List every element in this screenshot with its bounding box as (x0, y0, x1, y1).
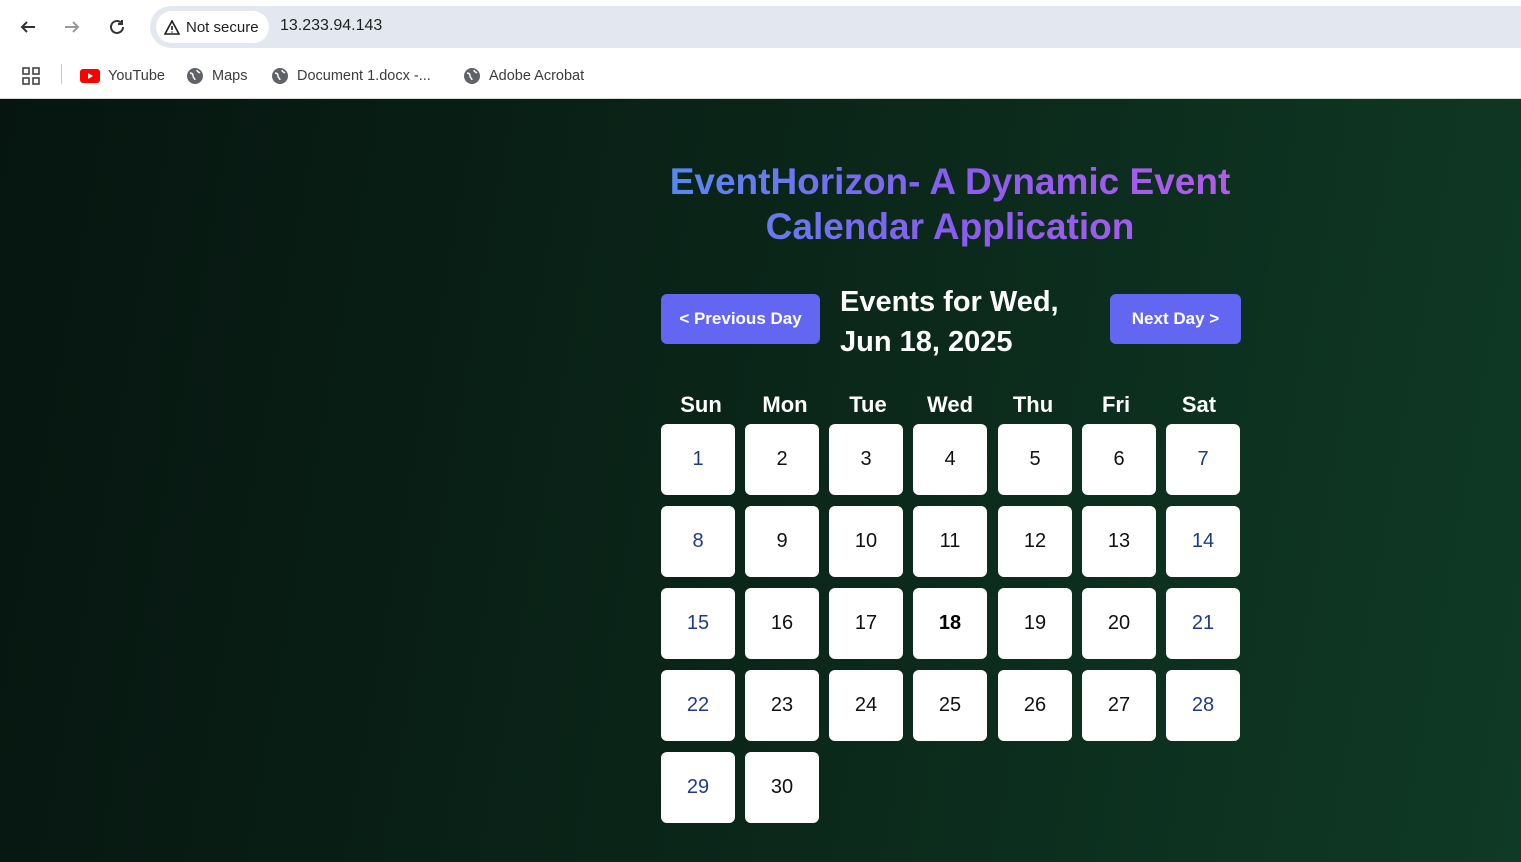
calendar-day-22[interactable]: 22 (661, 670, 735, 741)
calendar-day-24[interactable]: 24 (829, 670, 903, 741)
calendar-day-28[interactable]: 28 (1166, 670, 1240, 741)
calendar-day-20[interactable]: 20 (1082, 588, 1156, 659)
calendar-day-13[interactable]: 13 (1082, 506, 1156, 577)
calendar-day-11[interactable]: 11 (913, 506, 987, 577)
weekday-label: Tue (849, 392, 887, 417)
warning-icon (164, 19, 180, 35)
bookmarks-divider (61, 64, 62, 84)
security-chip[interactable]: Not secure (156, 11, 269, 43)
url-text: 13.233.94.143 (280, 17, 383, 34)
calendar-day-26[interactable]: 26 (998, 670, 1072, 741)
events-heading-line-1: Events for Wed, (840, 286, 1059, 318)
weekday-label: Sun (680, 392, 722, 417)
bookmark-label: YouTube (108, 68, 165, 84)
globe-icon (464, 68, 480, 84)
security-label: Not secure (186, 18, 259, 36)
bookmark-document[interactable]: Document 1.docx -... (271, 64, 431, 88)
next-day-button[interactable]: Next Day > (1110, 294, 1241, 344)
calendar-day-21[interactable]: 21 (1166, 588, 1240, 659)
calendar-day-25[interactable]: 25 (913, 670, 987, 741)
calendar-day-15[interactable]: 15 (661, 588, 735, 659)
globe-icon (272, 68, 288, 84)
calendar-day-19[interactable]: 19 (998, 588, 1072, 659)
calendar-day-10[interactable]: 10 (829, 506, 903, 577)
title-line-1: EventHorizon- A Dynamic Event (669, 161, 1231, 202)
calendar-day-12[interactable]: 12 (998, 506, 1072, 577)
calendar-day-6[interactable]: 6 (1082, 424, 1156, 495)
calendar-day-7[interactable]: 7 (1166, 424, 1240, 495)
arrow-left-icon (20, 21, 35, 33)
calendar-day-27[interactable]: 27 (1082, 670, 1156, 741)
apps-button[interactable] (22, 64, 40, 88)
browser-toolbar: Not secure 13.233.94.143 (0, 0, 1521, 54)
address-bar[interactable]: Not secure 13.233.94.143 (150, 6, 1521, 48)
weekday-label: Fri (1101, 392, 1131, 417)
weekday-header: Sun Mon Tue Wed Thu Fri Sat (660, 392, 1240, 422)
calendar-day-16[interactable]: 16 (745, 588, 819, 659)
reload-icon (110, 19, 124, 34)
calendar-day-18[interactable]: 18 (913, 588, 987, 659)
reload-button[interactable] (102, 12, 132, 42)
arrow-right-icon (65, 21, 80, 33)
calendar-day-5[interactable]: 5 (998, 424, 1072, 495)
calendar-day-4[interactable]: 4 (913, 424, 987, 495)
calendar-day-8[interactable]: 8 (661, 506, 735, 577)
youtube-icon (80, 69, 100, 83)
calendar-day-1[interactable]: 1 (661, 424, 735, 495)
page-title: EventHorizon- A Dynamic Event Calendar A… (640, 159, 1260, 249)
back-button[interactable] (13, 12, 43, 42)
calendar-day-23[interactable]: 23 (745, 670, 819, 741)
weekday-label: Thu (1012, 392, 1054, 417)
weekday-label: Mon (762, 392, 808, 417)
calendar-day-2[interactable]: 2 (745, 424, 819, 495)
events-heading-line-2: Jun 18, 2025 (840, 326, 1013, 358)
calendar-day-17[interactable]: 17 (829, 588, 903, 659)
bookmark-youtube[interactable]: YouTube (80, 64, 165, 88)
title-line-2: Calendar Application (765, 206, 1135, 247)
weekday-label: Wed (926, 392, 974, 417)
apps-grid-icon (22, 67, 40, 85)
bookmark-label: Maps (212, 68, 248, 84)
events-heading: Events for Wed, Jun 18, 2025 (840, 282, 1090, 362)
calendar-day-14[interactable]: 14 (1166, 506, 1240, 577)
bookmarks-bar: YouTube Maps Document 1.docx -... Adobe … (0, 54, 1521, 99)
previous-day-button[interactable]: < Previous Day (661, 294, 820, 344)
bookmark-label: Adobe Acrobat (489, 68, 585, 84)
bookmark-adobe-acrobat[interactable]: Adobe Acrobat (463, 64, 584, 88)
weekday-label: Sat (1181, 392, 1217, 417)
globe-icon (187, 68, 203, 84)
forward-button[interactable] (57, 12, 87, 42)
calendar-day-3[interactable]: 3 (829, 424, 903, 495)
calendar-day-9[interactable]: 9 (745, 506, 819, 577)
bookmark-maps[interactable]: Maps (186, 64, 247, 88)
bookmark-label: Document 1.docx -... (297, 68, 431, 84)
calendar-day-30[interactable]: 30 (745, 752, 819, 823)
page-content: EventHorizon- A Dynamic Event Calendar A… (0, 99, 1521, 862)
calendar-day-29[interactable]: 29 (661, 752, 735, 823)
